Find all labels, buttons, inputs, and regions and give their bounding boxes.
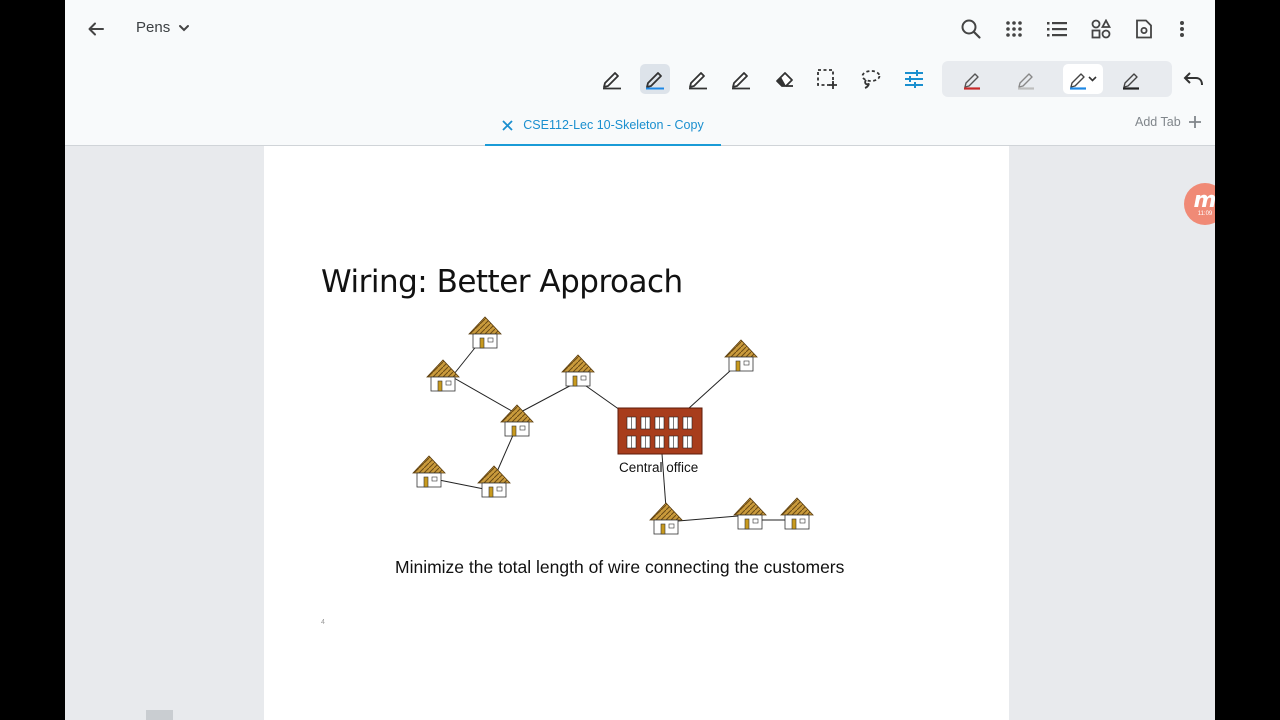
tab-document[interactable]: CSE112-Lec 10-Skeleton - Copy (485, 106, 721, 146)
network-diagram: Central office (412, 316, 814, 535)
tab-label: CSE112-Lec 10-Skeleton - Copy (523, 118, 704, 132)
search-icon[interactable] (955, 13, 987, 45)
mode-label: Pens (136, 19, 171, 36)
marker-icon[interactable] (726, 64, 756, 94)
recording-badge[interactable]: m 11:09 (1184, 183, 1215, 225)
notes-app: Pens CSE112-Lec 10-Skeleton - Copy Add T… (65, 0, 1215, 720)
eraser-icon[interactable] (770, 64, 800, 94)
undo-icon[interactable] (1178, 63, 1210, 95)
grid-icon[interactable] (998, 13, 1030, 45)
house-icon (412, 455, 446, 488)
house-icon (724, 339, 758, 372)
add-tab-button[interactable]: Add Tab (1135, 115, 1201, 129)
mode-dropdown[interactable]: Pens (136, 19, 190, 36)
pen-blue-icon[interactable] (640, 64, 670, 94)
close-icon[interactable] (502, 119, 513, 131)
pen-gray-icon[interactable] (1008, 64, 1044, 94)
house-icon (500, 404, 534, 437)
adjust-icon[interactable] (899, 64, 929, 94)
central-office-label: Central office (619, 460, 698, 475)
house-icon (649, 502, 683, 535)
arrow-back-icon[interactable] (80, 13, 112, 45)
pen-tray (942, 61, 1172, 97)
lasso-icon[interactable] (855, 64, 885, 94)
scrollbar-thumb[interactable] (146, 710, 173, 720)
slide-caption: Minimize the total length of wire connec… (395, 557, 845, 577)
pen-red-icon[interactable] (954, 64, 990, 94)
more-vert-icon[interactable] (1166, 13, 1198, 45)
add-tab-label: Add Tab (1135, 115, 1181, 129)
badge-time: 11:09 (1197, 210, 1213, 217)
page-number: 4 (321, 619, 325, 626)
house-icon (477, 465, 511, 498)
house-icon (780, 497, 814, 530)
pen-black-icon[interactable] (1113, 64, 1149, 94)
shapes-icon[interactable] (1085, 13, 1117, 45)
pen-icon[interactable] (597, 64, 627, 94)
badge-letter: m (1193, 187, 1215, 213)
house-icon (468, 316, 502, 349)
house-icon (733, 497, 767, 530)
house-icon (426, 359, 460, 392)
pen-blue-dropdown-icon[interactable] (1063, 64, 1103, 94)
list-icon[interactable] (1041, 13, 1073, 45)
highlighter-icon[interactable] (683, 64, 713, 94)
chevron-down-icon (179, 24, 190, 31)
house-icon (561, 354, 595, 387)
selection-icon[interactable] (812, 64, 842, 94)
slide-page[interactable]: Wiring: Better Approach Central office M… (264, 146, 1009, 720)
page-settings-icon[interactable] (1128, 13, 1160, 45)
top-toolbar: Pens CSE112-Lec 10-Skeleton - Copy Add T… (65, 0, 1215, 146)
central-office-icon (617, 407, 703, 455)
plus-icon (1188, 116, 1201, 128)
